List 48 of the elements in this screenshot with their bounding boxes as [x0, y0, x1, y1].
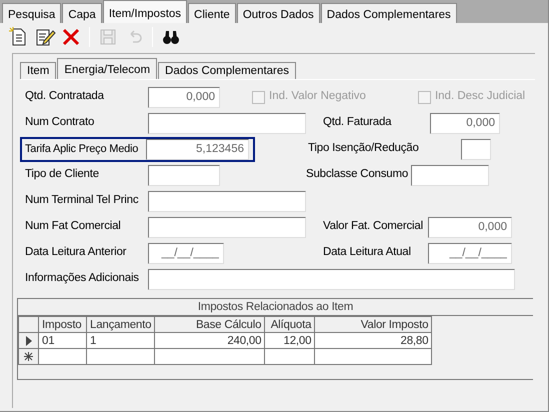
table-cell: 240,00 [154, 332, 265, 348]
input-field[interactable]: __/__/____ [148, 242, 224, 264]
tab[interactable]: Capa [62, 3, 102, 23]
input-field[interactable]: 0,000 [148, 86, 220, 108]
field-label: Data Leitura Anterior [25, 245, 128, 260]
field-label: Valor Fat. Comercial [323, 219, 424, 234]
field-label: Num Contrato [25, 115, 96, 130]
table-cell: 01 [38, 332, 86, 348]
input-field[interactable]: 5,123456 [146, 138, 249, 160]
column-header[interactable]: Lançamento [86, 316, 155, 332]
tab[interactable]: Item [20, 62, 56, 79]
field-label: Num Fat Comercial [25, 219, 122, 234]
field-label: Qtd. Faturada [323, 115, 392, 130]
field-label: Tipo de Cliente [25, 167, 100, 182]
input-field[interactable] [148, 216, 306, 238]
tab[interactable]: Dados Complementares [158, 62, 296, 79]
input-field[interactable] [148, 268, 515, 290]
table-cell: 12,00 [264, 332, 315, 348]
tab[interactable]: Outros Dados [236, 3, 320, 23]
tab[interactable]: Energia/Telecom [57, 58, 158, 79]
field-label: Tarifa Aplic Preço Medio [25, 142, 140, 157]
field-label: Subclasse Consumo [306, 167, 410, 182]
delete-icon[interactable] [60, 26, 82, 48]
field-label: Tipo Isenção/Redução [308, 141, 420, 156]
row-pointer-icon [24, 336, 32, 346]
tab[interactable]: Pesquisa [2, 3, 62, 23]
column-header[interactable]: Imposto [38, 316, 86, 332]
input-field[interactable]: __/__/____ [428, 242, 512, 264]
input-field[interactable]: 0,000 [428, 216, 512, 238]
field-label: Num Terminal Tel Princ [25, 193, 140, 208]
tab[interactable]: Item/Impostos [102, 0, 188, 23]
table-cell: 28,80 [314, 332, 432, 348]
field-label: Data Leitura Atual [323, 245, 412, 260]
input-field[interactable] [411, 164, 489, 186]
input-field[interactable] [148, 164, 220, 186]
column-header[interactable]: Valor Imposto [314, 316, 432, 332]
field-label: Informações Adicionais [25, 271, 140, 286]
input-field[interactable] [148, 112, 306, 134]
asterisk-icon [24, 352, 33, 361]
input-field[interactable] [148, 190, 306, 212]
table-cell: 1 [86, 332, 155, 348]
field-label: Qtd. Contratada [25, 89, 105, 104]
column-header[interactable]: Alíquota [264, 316, 315, 332]
input-field[interactable]: 0,000 [430, 112, 500, 134]
tab[interactable]: Dados Complementares [320, 3, 457, 23]
column-header[interactable]: Base Cálculo [154, 316, 265, 332]
tab[interactable]: Cliente [188, 3, 236, 23]
input-field[interactable] [461, 138, 491, 160]
